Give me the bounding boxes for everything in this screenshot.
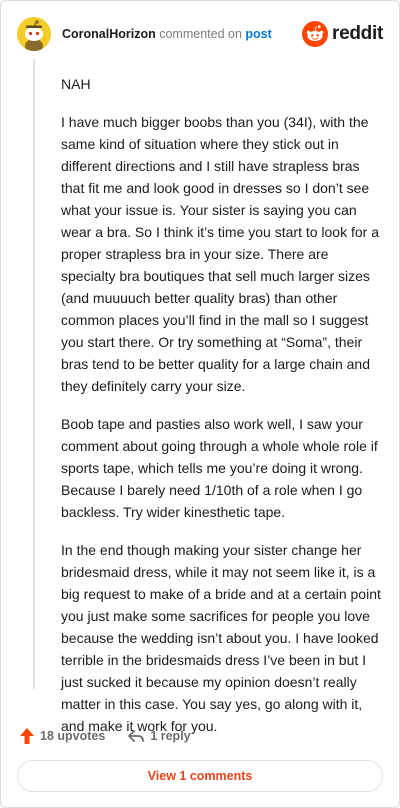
comment-meta: CoronalHorizon commented on post bbox=[62, 26, 272, 42]
comment-paragraph: Boob tape and pasties also work well, I … bbox=[61, 416, 378, 520]
comment-paragraph: In the end though making your sister cha… bbox=[61, 542, 381, 734]
action-text: commented on bbox=[159, 27, 242, 41]
reply-arrow-icon bbox=[128, 730, 145, 742]
comment-paragraph: I have much bigger boobs than you (34I),… bbox=[61, 114, 379, 394]
comment-body: NAH I have much bigger boobs than you (3… bbox=[61, 73, 383, 753]
post-link[interactable]: post bbox=[245, 27, 271, 41]
upvote-count: 18 upvotes bbox=[40, 729, 106, 743]
snoo-avatar-icon[interactable] bbox=[17, 17, 51, 51]
upvote-button[interactable]: 18 upvotes bbox=[19, 727, 105, 745]
thread-line[interactable] bbox=[33, 59, 35, 689]
upvote-arrow-icon bbox=[20, 728, 34, 744]
username[interactable]: CoronalHorizon bbox=[62, 27, 156, 41]
reddit-brand[interactable]: reddit bbox=[302, 21, 383, 47]
reply-count: 1 reply bbox=[150, 729, 191, 743]
brand-text: reddit bbox=[332, 23, 383, 44]
reddit-logo-icon bbox=[302, 21, 329, 47]
comment-paragraph: NAH bbox=[61, 76, 91, 92]
reply-button[interactable]: 1 reply bbox=[127, 728, 191, 744]
comment-actions: 18 upvotes 1 reply bbox=[19, 725, 191, 747]
view-comments-button[interactable]: View 1 comments bbox=[17, 760, 383, 792]
comment-header: CoronalHorizon commented on post reddit bbox=[17, 17, 383, 51]
comment-card: CoronalHorizon commented on post reddit … bbox=[0, 0, 400, 808]
view-comments-label: View 1 comments bbox=[147, 769, 253, 783]
